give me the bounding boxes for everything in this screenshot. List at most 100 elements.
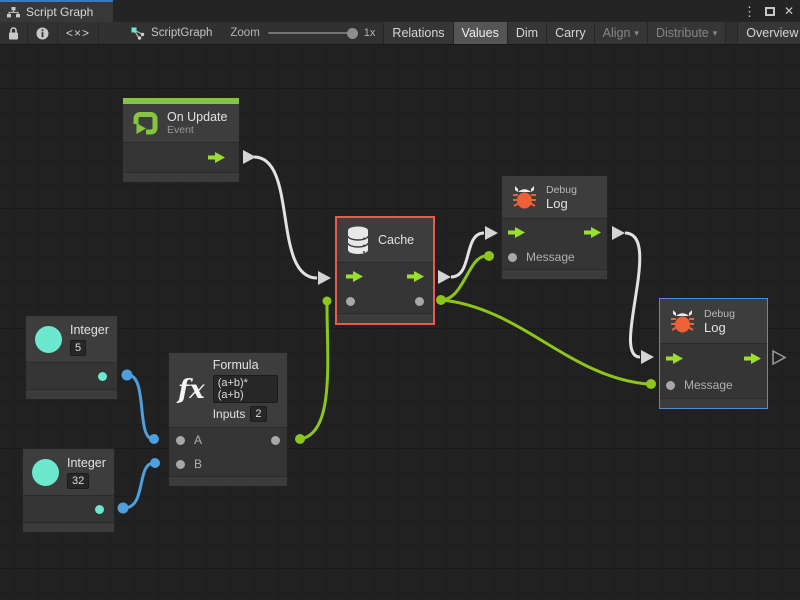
value-out-port[interactable] <box>98 372 107 381</box>
node-footer <box>26 389 117 399</box>
connector-debuglog-top-message[interactable] <box>484 251 494 261</box>
graph-name[interactable]: ScriptGraph <box>121 22 222 44</box>
integer-type-icon <box>35 326 62 353</box>
bug-icon <box>511 185 538 210</box>
title-bar: Script Graph ⋮ ✕ <box>0 0 800 22</box>
value-out-port[interactable] <box>95 505 104 514</box>
flow-out-port[interactable] <box>744 353 761 364</box>
value-in-port[interactable] <box>346 297 355 306</box>
integer-value-field[interactable]: 5 <box>70 340 86 356</box>
node-footer <box>23 522 114 532</box>
chevron-down-icon: ▾ <box>713 28 718 39</box>
wire-cache-value-to-debuglog-bottom-message[interactable] <box>441 300 648 384</box>
node-title: Integer <box>70 323 109 337</box>
lock-icon <box>8 27 19 40</box>
node-integer-bottom[interactable]: Integer 32 <box>22 448 115 533</box>
integer-value-field[interactable]: 32 <box>67 473 89 489</box>
connector-debuglog-bottom-message[interactable] <box>646 379 656 389</box>
wire-onupdate-to-cache[interactable] <box>254 157 317 278</box>
port-triangle-debuglog-top-in[interactable] <box>485 226 498 240</box>
formula-expression-field[interactable]: (a+b)*(a+b) <box>213 375 278 403</box>
flow-in-port[interactable] <box>508 227 525 238</box>
info-button[interactable] <box>28 22 58 44</box>
node-title: On Update <box>167 110 227 124</box>
port-triangle-debuglog-bottom-out[interactable] <box>773 351 785 364</box>
node-formula[interactable]: fx Formula (a+b)*(a+b) Inputs 2 A B <box>168 352 288 487</box>
tab-script-graph[interactable]: Script Graph <box>0 0 113 22</box>
dim-button[interactable]: Dim <box>507 22 546 44</box>
value-out-port[interactable] <box>271 436 280 445</box>
node-cache[interactable]: Cache <box>335 216 435 325</box>
connector-integer-top-out[interactable] <box>122 370 133 381</box>
value-out-port[interactable] <box>415 297 424 306</box>
zoom-value: 1x <box>364 27 376 39</box>
connector-cache-value-in[interactable] <box>323 297 332 306</box>
graph-toolbar: <×> ScriptGraph Zoom 1x Relations Values… <box>0 22 800 45</box>
zoom-control: Zoom 1x <box>222 22 383 44</box>
port-triangle-cache-in[interactable] <box>318 271 331 285</box>
port-triangle-onupdate-out[interactable] <box>243 150 256 164</box>
flow-out-port[interactable] <box>208 152 225 163</box>
node-title: Integer <box>67 456 106 470</box>
info-icon <box>36 27 49 40</box>
formula-fx-icon: fx <box>178 377 205 403</box>
graph-canvas[interactable]: On Update Event Cache <box>0 45 800 600</box>
connector-integer-bottom-out[interactable] <box>118 503 129 514</box>
close-icon[interactable]: ✕ <box>784 5 794 17</box>
wire-cache-to-debuglog-top[interactable] <box>451 233 484 277</box>
flow-out-port[interactable] <box>584 227 601 238</box>
port-triangle-cache-out[interactable] <box>438 270 451 284</box>
node-title: Log <box>704 320 735 335</box>
node-footer <box>660 398 767 408</box>
port-label: B <box>194 457 202 471</box>
input-b-port[interactable] <box>176 460 185 469</box>
port-triangle-debuglog-top-out[interactable] <box>612 226 625 240</box>
script-graph-icon <box>131 27 145 40</box>
carry-button[interactable]: Carry <box>546 22 594 44</box>
code-view-button[interactable]: <×> <box>58 22 99 44</box>
wire-integer-top-to-formula-a[interactable] <box>128 375 153 439</box>
connector-formula-out[interactable] <box>295 434 305 444</box>
connector-cache-value-out[interactable] <box>436 295 446 305</box>
zoom-slider-handle[interactable] <box>347 28 358 39</box>
node-footer <box>337 313 433 323</box>
port-triangle-debuglog-bottom-in[interactable] <box>641 350 654 364</box>
message-port[interactable] <box>666 381 675 390</box>
distribute-dropdown[interactable]: Distribute ▾ <box>647 22 725 44</box>
values-button[interactable]: Values <box>453 22 507 44</box>
inputs-count-field[interactable]: 2 <box>250 406 266 422</box>
connector-formula-a-in[interactable] <box>149 434 159 444</box>
relations-button[interactable]: Relations <box>383 22 452 44</box>
wire-integer-bottom-to-formula-b[interactable] <box>124 463 154 508</box>
node-subtitle: Debug <box>546 184 577 196</box>
maximize-icon[interactable] <box>765 7 775 16</box>
loop-event-icon <box>132 110 159 137</box>
inputs-label: Inputs <box>213 407 246 421</box>
flow-in-port[interactable] <box>666 353 683 364</box>
node-debug-log-top[interactable]: Debug Log Message <box>501 175 608 280</box>
window-menu-icon[interactable]: ⋮ <box>743 5 756 18</box>
zoom-slider[interactable] <box>268 32 356 34</box>
node-subtitle: Debug <box>704 308 735 320</box>
port-label: Message <box>526 250 575 264</box>
wire-formula-to-cache-value[interactable] <box>300 303 328 439</box>
node-title: Formula <box>213 358 278 372</box>
connector-formula-b-in[interactable] <box>150 458 160 468</box>
overview-button[interactable]: Overview <box>737 22 800 44</box>
message-port[interactable] <box>508 253 517 262</box>
flow-out-port[interactable] <box>407 271 424 282</box>
integer-type-icon <box>32 459 59 486</box>
node-integer-top[interactable]: Integer 5 <box>25 315 118 400</box>
bug-icon <box>669 309 696 334</box>
node-on-update[interactable]: On Update Event <box>122 97 240 183</box>
input-a-port[interactable] <box>176 436 185 445</box>
wire-debuglog-top-to-debuglog-bottom[interactable] <box>625 233 640 357</box>
tab-title: Script Graph <box>26 5 93 19</box>
flow-in-port[interactable] <box>346 271 363 282</box>
graph-name-label: ScriptGraph <box>151 27 212 39</box>
graph-tab-icon <box>7 7 20 18</box>
align-dropdown[interactable]: Align ▾ <box>594 22 647 44</box>
port-label: Message <box>684 378 733 392</box>
node-debug-log-bottom[interactable]: Debug Log Message <box>659 298 768 409</box>
lock-button[interactable] <box>0 22 28 44</box>
